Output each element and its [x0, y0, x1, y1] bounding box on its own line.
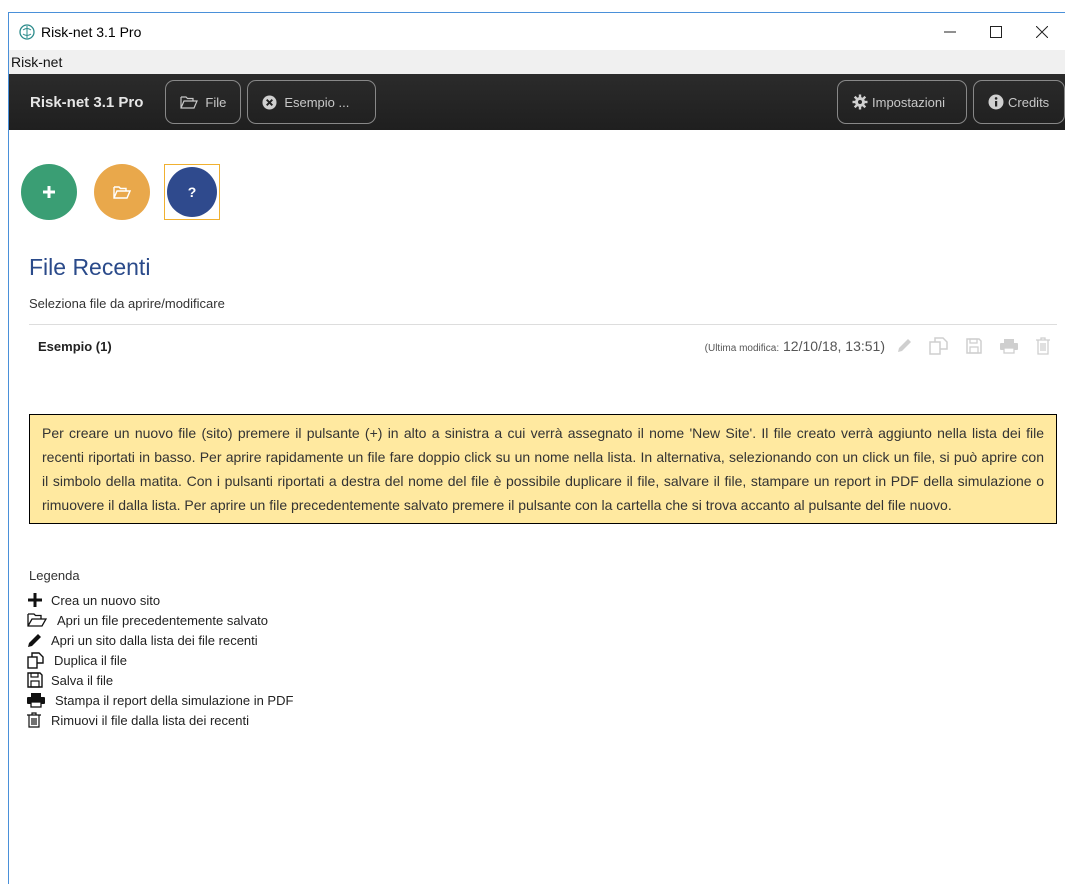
legend-item: Salva il file	[27, 670, 293, 690]
new-site-button[interactable]	[21, 164, 77, 220]
folder-open-icon	[27, 613, 47, 627]
legend-item: Crea un nuovo sito	[27, 590, 293, 610]
legend-item: Stampa il report della simulazione in PD…	[27, 690, 293, 710]
help-notice: Per creare un nuovo file (sito) premere …	[29, 414, 1057, 524]
save-icon[interactable]	[965, 337, 983, 355]
settings-label: Impostazioni	[872, 94, 945, 110]
info-icon	[988, 94, 1004, 110]
credits-button[interactable]: Credits	[973, 80, 1065, 124]
maximize-icon	[990, 25, 1002, 38]
legend-item: Apri un sito dalla lista dei file recent…	[27, 630, 293, 650]
legend-item-label: Salva il file	[51, 672, 114, 688]
help-focus-outline	[164, 164, 220, 220]
close-icon	[1036, 25, 1048, 38]
page-subtitle: Seleziona file da aprire/modificare	[29, 296, 225, 311]
legend-item: Duplica il file	[27, 650, 293, 670]
file-button-label: File	[205, 94, 227, 110]
file-button[interactable]: File	[165, 80, 242, 124]
example-tab-label: Esempio ...	[284, 94, 350, 110]
window-title: Risk-net 3.1 Pro	[41, 23, 142, 40]
legend-title: Legenda	[29, 568, 80, 583]
modified-value: 12/10/18, 13:51)	[783, 338, 885, 354]
print-icon	[27, 693, 45, 708]
plus-icon	[28, 593, 42, 607]
recent-file-name: Esempio (1)	[38, 338, 112, 354]
modified-label: (Ultima modifica:	[704, 343, 780, 354]
legend-item: Apri un file precedentemente salvato	[27, 610, 293, 630]
save-icon	[27, 672, 43, 688]
gear-icon	[852, 94, 868, 110]
folder-open-icon	[180, 96, 199, 109]
open-file-button[interactable]	[94, 164, 150, 220]
trash-icon	[27, 712, 41, 728]
duplicate-icon	[27, 651, 44, 669]
close-circle-icon[interactable]	[262, 94, 277, 110]
legend-item-label: Rimuovi il file dalla lista dei recenti	[51, 712, 249, 728]
title-bar: Risk-net 3.1 Pro	[9, 13, 1065, 50]
legend-item-label: Duplica il file	[54, 652, 127, 668]
page-title: File Recenti	[29, 254, 151, 280]
navbar-brand[interactable]: Risk-net 3.1 Pro	[30, 94, 143, 111]
legend-item-label: Apri un file precedentemente salvato	[57, 612, 269, 628]
legend-item-label: Stampa il report della simulazione in PD…	[55, 692, 294, 708]
legend-item-label: Crea un nuovo sito	[51, 592, 161, 608]
menu-risk-net[interactable]: Risk-net	[11, 54, 62, 70]
main-content: ? File Recenti Seleziona file da aprire/…	[9, 130, 1065, 884]
trash-icon[interactable]	[1035, 337, 1051, 355]
example-tab-button[interactable]: Esempio ...	[247, 80, 377, 124]
legend-item: Rimuovi il file dalla lista dei recenti	[27, 710, 293, 730]
recent-file-modified: (Ultima modifica: 12/10/18, 13:51)	[705, 338, 885, 354]
recent-file-row[interactable]: Esempio (1) (Ultima modifica: 12/10/18, …	[29, 328, 1057, 364]
plus-icon	[43, 186, 55, 198]
close-button[interactable]	[1019, 13, 1065, 50]
divider	[29, 324, 1057, 325]
settings-button[interactable]: Impostazioni	[837, 80, 967, 124]
menu-bar: Risk-net	[9, 50, 1065, 74]
print-icon[interactable]	[999, 337, 1019, 355]
folder-open-icon	[113, 186, 131, 199]
app-logo-icon	[19, 23, 35, 40]
minimize-button[interactable]	[927, 13, 973, 50]
credits-label: Credits	[1008, 94, 1050, 110]
legend-item-label: Apri un sito dalla lista dei file recent…	[51, 632, 258, 648]
duplicate-icon[interactable]	[929, 337, 949, 355]
minimize-icon	[944, 31, 956, 32]
pencil-icon[interactable]	[895, 337, 913, 355]
app-window: Risk-net 3.1 Pro Risk-net Risk-net 3.1 P…	[8, 12, 1065, 884]
pencil-icon	[28, 634, 41, 647]
top-navbar: Risk-net 3.1 Pro File Esempio ... Impost…	[9, 74, 1065, 130]
maximize-button[interactable]	[973, 13, 1019, 50]
legend: Crea un nuovo sito Apri un file preceden…	[27, 590, 293, 730]
